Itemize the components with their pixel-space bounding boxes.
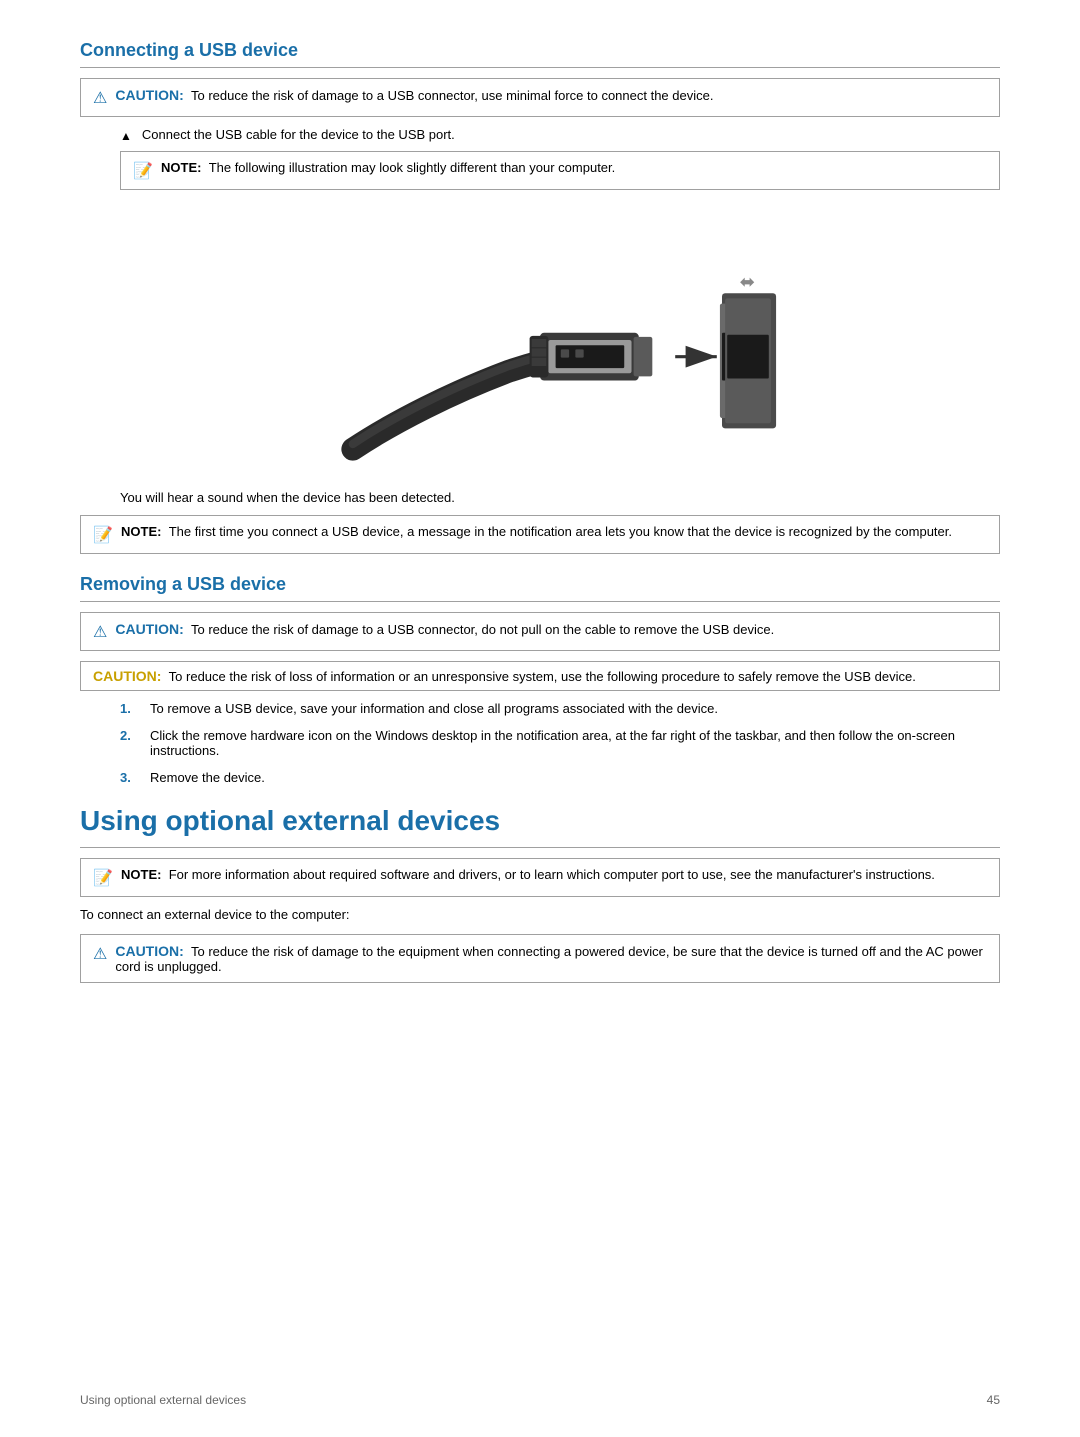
section-divider-3 (80, 847, 1000, 848)
removal-steps-list: 1. To remove a USB device, save your inf… (120, 701, 1000, 785)
step-1-number: 1. (120, 701, 140, 716)
footer-left: Using optional external devices (80, 1393, 246, 1407)
removing-usb-heading: Removing a USB device (80, 574, 1000, 595)
bullet-item-1: ▲ Connect the USB cable for the device t… (120, 127, 1000, 143)
caution-label-remove-2: CAUTION: (93, 668, 161, 684)
bullet-text-1: Connect the USB cable for the device to … (142, 127, 455, 142)
caution-text-remove-1: CAUTION: To reduce the risk of damage to… (115, 621, 774, 637)
note-text-2: NOTE: The first time you connect a USB d… (121, 524, 952, 539)
note-label-optional: NOTE: (121, 867, 161, 882)
bullet-triangle-icon-1: ▲ (120, 129, 132, 143)
using-optional-section: Using optional external devices 📝 NOTE: … (80, 805, 1000, 983)
caution-label-remove-1: CAUTION: (115, 621, 183, 637)
step-1-text: To remove a USB device, save your inform… (150, 701, 718, 716)
note-box-2: 📝 NOTE: The first time you connect a USB… (80, 515, 1000, 554)
usb-illustration: ⬌ (80, 210, 1000, 470)
caution-triangle-icon-1: ⚠ (93, 88, 107, 108)
removing-usb-section: Removing a USB device ⚠ CAUTION: To redu… (80, 574, 1000, 785)
svg-text:⬌: ⬌ (740, 271, 756, 292)
caution-triangle-icon-2: ⚠ (93, 622, 107, 642)
section-divider-2 (80, 601, 1000, 602)
caution-text-1: CAUTION: To reduce the risk of damage to… (115, 87, 713, 103)
usb-svg-image: ⬌ (80, 210, 1000, 470)
step-1: 1. To remove a USB device, save your inf… (120, 701, 1000, 716)
detection-text: You will hear a sound when the device ha… (120, 490, 1000, 505)
caution-box-1: ⚠ CAUTION: To reduce the risk of damage … (80, 78, 1000, 117)
step-2-text: Click the remove hardware icon on the Wi… (150, 728, 1000, 758)
footer-right: 45 (987, 1393, 1000, 1407)
step-2-number: 2. (120, 728, 140, 743)
caution-box-optional: ⚠ CAUTION: To reduce the risk of damage … (80, 934, 1000, 983)
connecting-usb-section: Connecting a USB device ⚠ CAUTION: To re… (80, 40, 1000, 554)
note-text-1: NOTE: The following illustration may loo… (161, 160, 615, 175)
note-icon-optional: 📝 (93, 868, 113, 888)
note-box-1: 📝 NOTE: The following illustration may l… (120, 151, 1000, 190)
caution-inline-2: CAUTION: To reduce the risk of loss of i… (80, 661, 1000, 691)
note-icon-2: 📝 (93, 525, 113, 545)
using-optional-heading: Using optional external devices (80, 805, 1000, 837)
note-text-optional: NOTE: For more information about require… (121, 867, 935, 882)
caution-text-remove-2: CAUTION: To reduce the risk of loss of i… (93, 668, 916, 684)
page-footer: Using optional external devices 45 (0, 1393, 1080, 1407)
step-3-number: 3. (120, 770, 140, 785)
step-3: 3. Remove the device. (120, 770, 1000, 785)
section-divider-1 (80, 67, 1000, 68)
note-label-1: NOTE: (161, 160, 201, 175)
caution-box-remove-1: ⚠ CAUTION: To reduce the risk of damage … (80, 612, 1000, 651)
note-box-optional: 📝 NOTE: For more information about requi… (80, 858, 1000, 897)
caution-triangle-icon-optional: ⚠ (93, 944, 107, 964)
note-icon-1: 📝 (133, 161, 153, 181)
note-label-2: NOTE: (121, 524, 161, 539)
step-2: 2. Click the remove hardware icon on the… (120, 728, 1000, 758)
caution-label-optional: CAUTION: (115, 943, 183, 959)
connecting-usb-heading: Connecting a USB device (80, 40, 1000, 61)
caution-text-optional: CAUTION: To reduce the risk of damage to… (115, 943, 987, 974)
caution-label-1: CAUTION: (115, 87, 183, 103)
step-3-text: Remove the device. (150, 770, 265, 785)
optional-body-text: To connect an external device to the com… (80, 907, 1000, 922)
